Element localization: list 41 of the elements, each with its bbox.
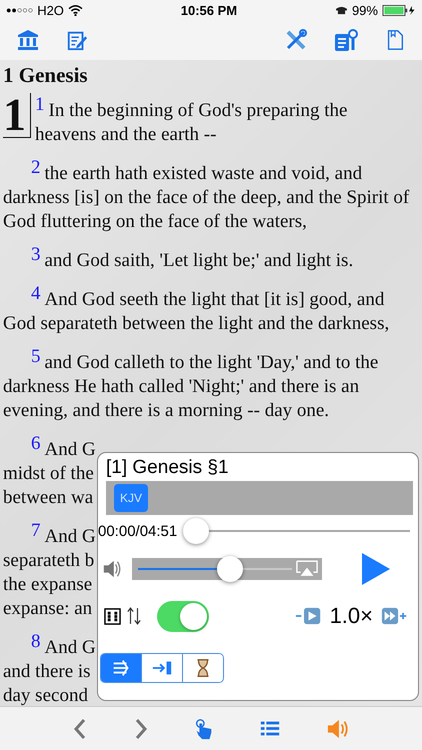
verse-line: and there is [3,660,91,684]
notepad-pencil-icon[interactable] [66,29,88,51]
wifi-icon [68,4,83,16]
battery-percent: 99% [352,2,378,18]
verse-line: separateth b [3,549,94,573]
up-down-arrows-icon [127,607,141,625]
speaker-icon [102,559,122,579]
auto-scroll-toggle[interactable] [157,600,209,632]
clock-time: 10:56 PM [180,2,238,18]
phone-icon [334,6,348,14]
verse-line: expanse: an [3,597,92,621]
volume-thumb[interactable] [217,556,244,582]
slower-icon[interactable] [294,607,322,625]
chapter-number: 1 [3,93,31,138]
speed-value: 1.0× [330,603,373,629]
grid-icon [104,608,121,624]
progress-slider[interactable] [183,517,410,545]
faster-icon[interactable] [381,607,408,625]
verse-line: between wa [3,486,94,510]
verse-line: the expanse [3,573,92,597]
playback-time: 00:00/04:51 [98,522,178,540]
signal-dots: ●●○○○ [6,5,34,15]
volume-slider[interactable] [132,558,322,580]
speaker-icon[interactable] [326,718,350,740]
verse-line: midst of the [3,462,94,486]
hourglass-icon [196,659,210,677]
tools-icon[interactable] [284,28,308,52]
bank-icon[interactable] [16,28,40,52]
play-icon[interactable] [362,553,390,585]
version-button[interactable]: KJV [114,484,148,512]
continuous-mode-tab[interactable] [101,654,142,682]
chapter-title: 1 Genesis [3,63,88,87]
player-title: [1] Genesis §1 [105,456,230,479]
verse-line: day second [3,684,88,708]
battery-charging-icon [382,4,416,16]
airplay-icon[interactable] [296,560,318,577]
carrier-name: H2O [37,2,64,18]
document-search-icon[interactable] [334,28,358,52]
arrow-to-bar-icon [152,662,172,674]
progress-thumb[interactable] [183,518,210,544]
triple-arrow-icon [112,660,130,676]
